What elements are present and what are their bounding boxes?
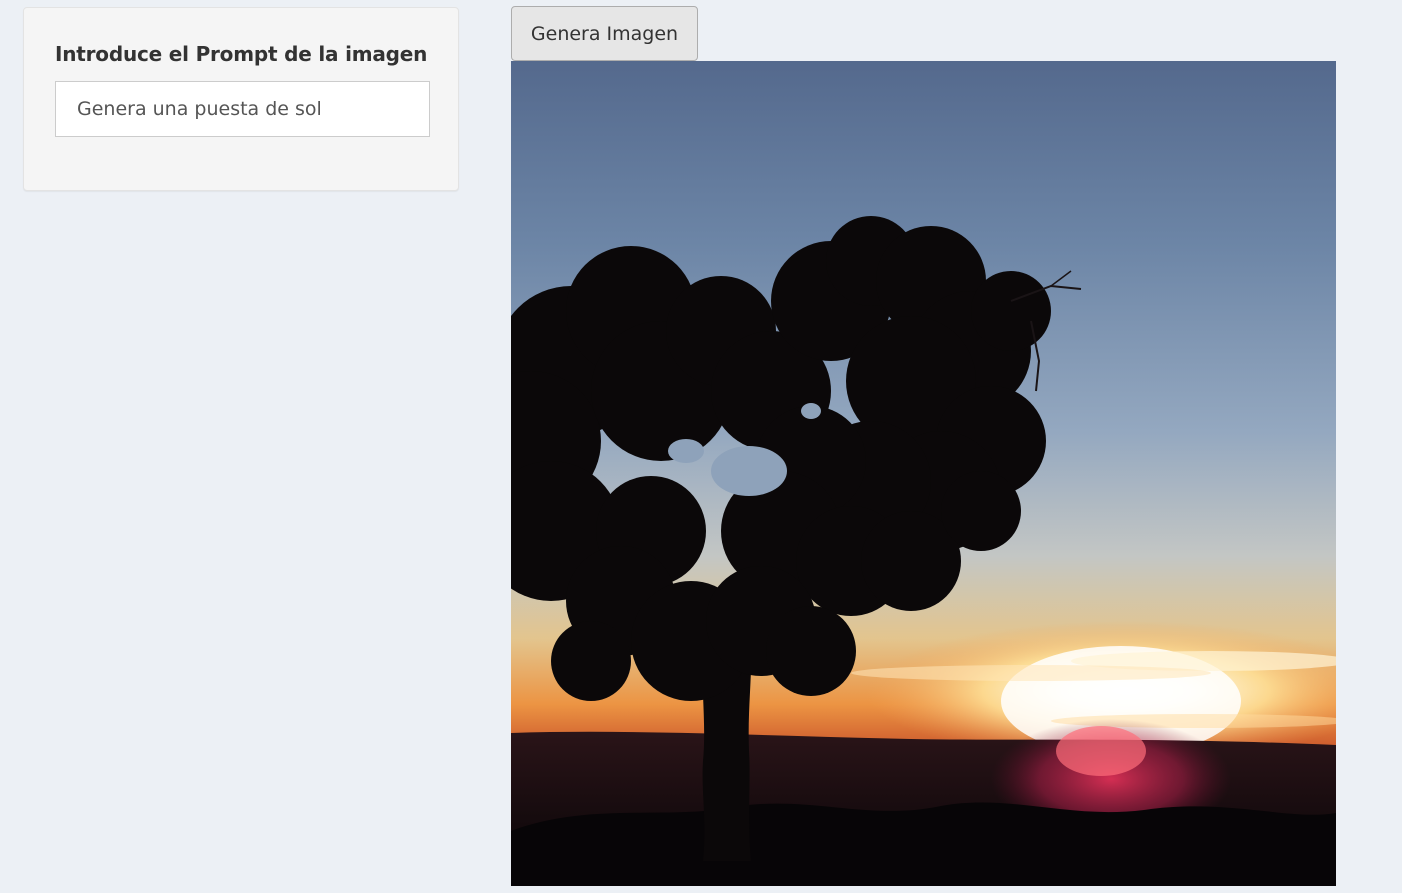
generate-image-button[interactable]: Genera Imagen — [511, 6, 698, 61]
prompt-panel: Introduce el Prompt de la imagen — [23, 7, 459, 191]
prompt-label: Introduce el Prompt de la imagen — [55, 42, 428, 66]
prompt-input[interactable] — [55, 81, 430, 137]
generated-sunset-image — [511, 61, 1336, 886]
